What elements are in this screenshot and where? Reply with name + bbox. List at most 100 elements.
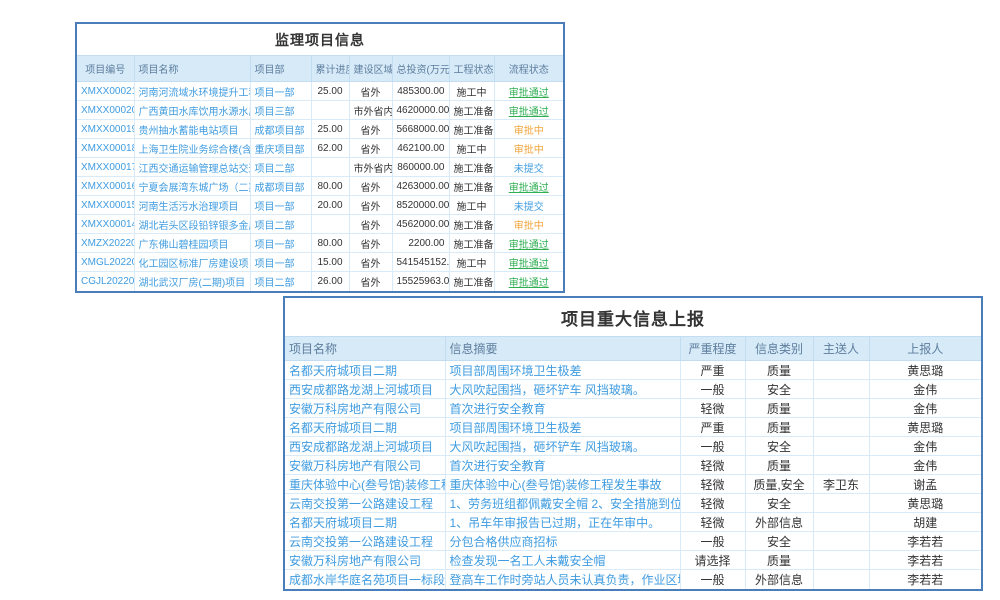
- cell-code[interactable]: XMXX00014: [77, 215, 134, 234]
- cell-status: 施工准备: [449, 215, 494, 234]
- cell-name[interactable]: 化工园区标准厂房建设项目一期项目: [134, 253, 250, 272]
- cell-region: 省外: [349, 215, 392, 234]
- cell-investment: 15525963.00: [392, 272, 449, 291]
- cell-flow[interactable]: 审批通过: [494, 177, 563, 196]
- cell-summary[interactable]: 1、吊车年审报告已过期，正在年审中。: [445, 513, 680, 532]
- cell-name[interactable]: 广西黄田水库饮用水源水质保护项目: [134, 101, 250, 120]
- cell-code[interactable]: XMZX20220...: [77, 234, 134, 253]
- cell-flow[interactable]: 审批通过: [494, 82, 563, 101]
- cell-category: 外部信息: [745, 570, 813, 589]
- cell-flow[interactable]: 审批通过: [494, 234, 563, 253]
- cell-project[interactable]: 云南交投第一公路建设工程: [285, 532, 445, 551]
- cell-dept[interactable]: 项目一部: [250, 82, 311, 101]
- cell-reporter: 黄思璐: [869, 418, 981, 437]
- cell-name[interactable]: 河南河流域水环境提升工程: [134, 82, 250, 101]
- cell-code[interactable]: XMXX00018: [77, 139, 134, 158]
- cell-project[interactable]: 名都天府城项目二期: [285, 418, 445, 437]
- cell-dept[interactable]: 项目三部: [250, 101, 311, 120]
- cell-project[interactable]: 成都水岸华庭名苑项目一标段: [285, 570, 445, 589]
- cell-investment: 4562000.00: [392, 215, 449, 234]
- cell-name[interactable]: 宁夏会展湾东城广场（二期）工程: [134, 177, 250, 196]
- cell-name[interactable]: 河南生活污水治理项目: [134, 196, 250, 215]
- cell-code[interactable]: XMXX00020: [77, 101, 134, 120]
- header-row: 项目名称信息摘要严重程度信息类别主送人上报人: [285, 337, 981, 361]
- cell-dept[interactable]: 项目一部: [250, 196, 311, 215]
- cell-progress: 62.00: [311, 139, 349, 158]
- cell-summary[interactable]: 分包合格供应商招标: [445, 532, 680, 551]
- table-row: 名都天府城项目二期项目部周围环境卫生极差严重质量黄思璐: [285, 418, 981, 437]
- cell-progress: 25.00: [311, 82, 349, 101]
- cell-summary[interactable]: 项目部周围环境卫生极差: [445, 418, 680, 437]
- cell-project[interactable]: 安徽万科房地产有限公司: [285, 456, 445, 475]
- supervision-panel-title: 监理项目信息: [77, 24, 563, 55]
- cell-name[interactable]: 上海卫生院业务综合楼(含业务用...: [134, 139, 250, 158]
- cell-code[interactable]: XMXX00019: [77, 120, 134, 139]
- cell-code[interactable]: XMXX00021: [77, 82, 134, 101]
- cell-project[interactable]: 名都天府城项目二期: [285, 513, 445, 532]
- cell-project[interactable]: 云南交投第一公路建设工程: [285, 494, 445, 513]
- report-table-body: 名都天府城项目二期项目部周围环境卫生极差严重质量黄思璐西安成都路龙湖上河城项目大…: [285, 361, 981, 589]
- column-header-flow: 流程状态: [494, 56, 563, 82]
- cell-dept[interactable]: 项目二部: [250, 272, 311, 291]
- cell-summary[interactable]: 重庆体验中心(叁号馆)装修工程发生事故: [445, 475, 680, 494]
- cell-status: 施工中: [449, 196, 494, 215]
- cell-project[interactable]: 西安成都路龙湖上河城项目: [285, 437, 445, 456]
- cell-summary[interactable]: 大风吹起围挡，砸坏铲车 风挡玻璃。: [445, 380, 680, 399]
- cell-summary[interactable]: 1、劳务班组都佩戴安全帽 2、安全措施到位: [445, 494, 680, 513]
- cell-flow[interactable]: 审批通过: [494, 101, 563, 120]
- cell-project[interactable]: 西安成都路龙湖上河城项目: [285, 380, 445, 399]
- cell-project[interactable]: 安徽万科房地产有限公司: [285, 399, 445, 418]
- cell-flow[interactable]: 审批通过: [494, 253, 563, 272]
- cell-dept[interactable]: 项目一部: [250, 253, 311, 272]
- cell-progress: 25.00: [311, 120, 349, 139]
- cell-name[interactable]: 湖北武汉厂房(二期)项目: [134, 272, 250, 291]
- cell-summary[interactable]: 登高车工作时旁站人员未认真负责，作业区域缺乏警示标: [445, 570, 680, 589]
- cell-summary[interactable]: 首次进行安全教育: [445, 456, 680, 475]
- table-row: 云南交投第一公路建设工程分包合格供应商招标一般安全李若若: [285, 532, 981, 551]
- cell-summary[interactable]: 检查发现一名工人未戴安全帽: [445, 551, 680, 570]
- cell-summary[interactable]: 首次进行安全教育: [445, 399, 680, 418]
- cell-reporter: 黄思璐: [869, 361, 981, 380]
- table-row: XMXX00018上海卫生院业务综合楼(含业务用...重庆项目部62.00省外4…: [77, 139, 563, 158]
- cell-dept[interactable]: 成都项目部: [250, 177, 311, 196]
- cell-dept[interactable]: 重庆项目部: [250, 139, 311, 158]
- cell-code[interactable]: XMXX00015: [77, 196, 134, 215]
- cell-code[interactable]: XMXX00017: [77, 158, 134, 177]
- cell-code[interactable]: XMGL20220...: [77, 253, 134, 272]
- cell-name[interactable]: 江西交通运输管理总站交通枢纽及...: [134, 158, 250, 177]
- cell-flow[interactable]: 审批通过: [494, 272, 563, 291]
- cell-name[interactable]: 广东佛山碧桂园项目: [134, 234, 250, 253]
- cell-code[interactable]: CGJL202205...: [77, 272, 134, 291]
- cell-category: 质量: [745, 456, 813, 475]
- cell-project[interactable]: 重庆体验中心(叁号馆)装修工程: [285, 475, 445, 494]
- cell-dept[interactable]: 项目二部: [250, 158, 311, 177]
- cell-status: 施工中: [449, 82, 494, 101]
- cell-dept[interactable]: 成都项目部: [250, 120, 311, 139]
- cell-reporter: 胡建: [869, 513, 981, 532]
- cell-project[interactable]: 名都天府城项目二期: [285, 361, 445, 380]
- table-row: XMGL20220...化工园区标准厂房建设项目一期项目项目一部15.00省外5…: [77, 253, 563, 272]
- cell-region: 省外: [349, 234, 392, 253]
- cell-severity: 轻微: [680, 456, 745, 475]
- table-row: XMXX00020广西黄田水库饮用水源水质保护项目项目三部市外省内4620000…: [77, 101, 563, 120]
- cell-progress: 80.00: [311, 234, 349, 253]
- cell-category: 安全: [745, 494, 813, 513]
- table-row: 西安成都路龙湖上河城项目大风吹起围挡，砸坏铲车 风挡玻璃。一般安全金伟: [285, 437, 981, 456]
- cell-region: 省外: [349, 253, 392, 272]
- column-header-status: 工程状态: [449, 56, 494, 82]
- cell-investment: 4263000.00: [392, 177, 449, 196]
- cell-name[interactable]: 贵州抽水蓄能电站项目: [134, 120, 250, 139]
- cell-status: 施工准备: [449, 158, 494, 177]
- cell-code[interactable]: XMXX00016: [77, 177, 134, 196]
- cell-recipient: [813, 361, 869, 380]
- cell-summary[interactable]: 大风吹起围挡，砸坏铲车 风挡玻璃。: [445, 437, 680, 456]
- cell-dept[interactable]: 项目二部: [250, 215, 311, 234]
- cell-severity: 一般: [680, 532, 745, 551]
- cell-project[interactable]: 安徽万科房地产有限公司: [285, 551, 445, 570]
- cell-name[interactable]: 湖北岩头区段铅锌银多金属矿开采...: [134, 215, 250, 234]
- cell-summary[interactable]: 项目部周围环境卫生极差: [445, 361, 680, 380]
- cell-region: 省外: [349, 82, 392, 101]
- cell-dept[interactable]: 项目一部: [250, 234, 311, 253]
- cell-severity: 轻微: [680, 475, 745, 494]
- cell-recipient: [813, 437, 869, 456]
